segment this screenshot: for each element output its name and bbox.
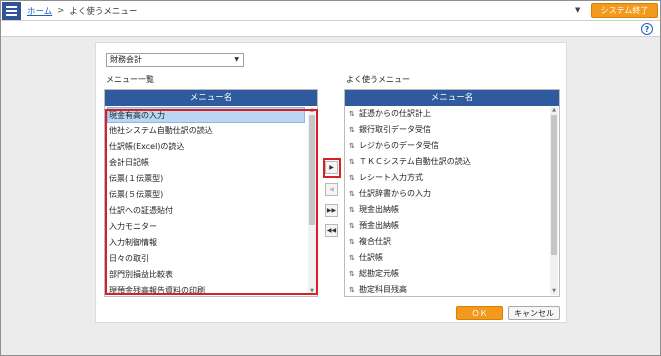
favorites-list-item[interactable]: ⇅ 証憑からの仕訳計上	[345, 106, 559, 122]
remove-from-favorites-button[interactable]: ◀	[325, 183, 338, 196]
add-all-button[interactable]: ▶▶	[325, 204, 338, 217]
reorder-icon[interactable]: ⇅	[349, 122, 359, 138]
reorder-icon[interactable]: ⇅	[349, 154, 359, 170]
reorder-icon[interactable]: ⇅	[349, 266, 359, 282]
favorites-list-scrollbar[interactable]: ▲ ▼	[550, 107, 558, 295]
page-title: よく使うメニュー	[69, 7, 138, 17]
reorder-icon[interactable]: ⇅	[349, 202, 359, 218]
favorites-settings-panel: 財務会計 ▼ メニュー一覧 よく使うメニュー メニュー名 現金有高の入力 他社シ…	[95, 42, 567, 323]
scroll-down-icon[interactable]: ▼	[550, 288, 558, 295]
favorites-list-item[interactable]: ⇅ 預金出納帳	[345, 218, 559, 234]
top-bar: ホーム > よく使うメニュー ▼ システム終了	[1, 1, 660, 21]
reorder-icon[interactable]: ⇅	[349, 186, 359, 202]
breadcrumb: ホーム > よく使うメニュー	[27, 5, 137, 17]
favorites-list-header: メニュー名	[345, 90, 559, 106]
menu-list-highlight	[105, 109, 318, 295]
scroll-up-icon[interactable]: ▲	[550, 107, 558, 114]
favorites-list: メニュー名 ⇅ 証憑からの仕訳計上 ⇅ 銀行取引データ受信 ⇅ レジからのデータ受信 …	[344, 89, 560, 297]
reorder-icon[interactable]: ⇅	[349, 218, 359, 234]
favorites-list-label: よく使うメニュー	[346, 75, 410, 84]
category-select-value: 財務会計	[110, 55, 142, 64]
reorder-icon[interactable]: ⇅	[349, 170, 359, 186]
chevron-down-icon[interactable]: ▼	[575, 6, 580, 14]
chevron-down-icon: ▼	[234, 56, 239, 63]
reorder-icon[interactable]: ⇅	[349, 138, 359, 154]
category-select[interactable]: 財務会計 ▼	[106, 53, 244, 67]
system-exit-button[interactable]: システム終了	[591, 3, 658, 18]
sub-bar: ?	[1, 21, 660, 37]
favorites-list-item[interactable]: ⇅ 仕訳辞書からの入力	[345, 186, 559, 202]
reorder-icon[interactable]: ⇅	[349, 234, 359, 250]
add-button-highlight	[323, 158, 341, 178]
ok-button[interactable]: ＯＫ	[456, 306, 503, 320]
favorites-list-item[interactable]: ⇅ ＴＫＣシステム自動仕訳の読込	[345, 154, 559, 170]
remove-all-button[interactable]: ◀◀	[325, 224, 338, 237]
favorites-list-body: ⇅ 証憑からの仕訳計上 ⇅ 銀行取引データ受信 ⇅ レジからのデータ受信 ⇅ ＴＫＣシス…	[345, 106, 559, 296]
home-link[interactable]: ホーム	[27, 5, 52, 17]
help-icon[interactable]: ?	[641, 23, 653, 35]
cancel-button[interactable]: キャンセル	[508, 306, 560, 320]
favorites-list-item[interactable]: ⇅ 銀行取引データ受信	[345, 122, 559, 138]
favorites-list-item[interactable]: ⇅ 総勘定元帳	[345, 266, 559, 282]
favorites-list-item[interactable]: ⇅ レジからのデータ受信	[345, 138, 559, 154]
menu-list-header: メニュー名	[105, 90, 317, 106]
favorites-list-item[interactable]: ⇅ 複合仕訳	[345, 234, 559, 250]
app-frame: ホーム > よく使うメニュー ▼ システム終了 ? 財務会計 ▼ メニュー一覧 …	[0, 0, 661, 356]
favorites-list-item[interactable]: ⇅ 勘定科目残高	[345, 282, 559, 296]
reorder-icon[interactable]: ⇅	[349, 250, 359, 266]
menu-list-label: メニュー一覧	[106, 75, 154, 84]
favorites-list-item[interactable]: ⇅ 仕訳帳	[345, 250, 559, 266]
reorder-icon[interactable]: ⇅	[349, 282, 359, 296]
hamburger-menu-icon[interactable]	[2, 2, 21, 20]
scrollbar-thumb[interactable]	[551, 115, 557, 255]
favorites-list-item[interactable]: ⇅ レシート入力方式	[345, 170, 559, 186]
breadcrumb-separator: >	[57, 6, 65, 16]
reorder-icon[interactable]: ⇅	[349, 106, 359, 122]
favorites-list-item[interactable]: ⇅ 現金出納帳	[345, 202, 559, 218]
